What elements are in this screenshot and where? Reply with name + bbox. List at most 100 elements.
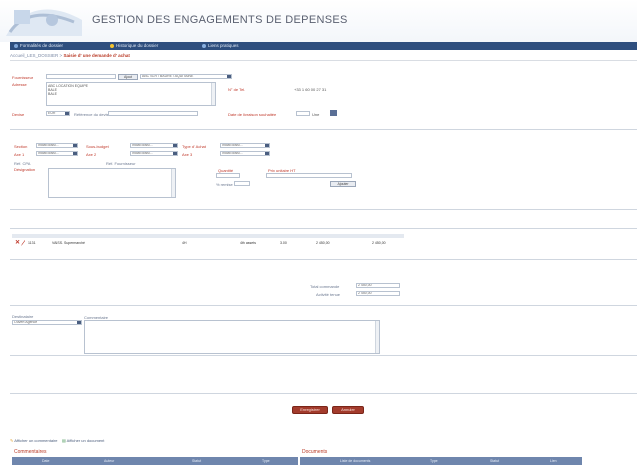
nav-item-liens[interactable]: Liens pratiques [202, 43, 239, 48]
ajouter-button[interactable]: Ajouter [330, 181, 356, 187]
chevron-down-icon [73, 144, 77, 147]
designation-label: Désignation [14, 167, 36, 172]
axe1-select[interactable]: Indiat dossi... [36, 151, 78, 156]
tel-label: N° de Tel. [228, 87, 246, 92]
adresse-label: Adresse [12, 82, 27, 87]
cancel-button[interactable]: Annuler [332, 406, 364, 414]
scrollbar[interactable] [375, 321, 379, 353]
axe1-label: Axe 1 [14, 152, 25, 157]
total-ht-label: Total commande [310, 284, 340, 289]
chevron-down-icon [265, 144, 269, 147]
tel-value: +33 1 60 00 27 31 [294, 87, 327, 92]
footer-links: ✎ Afficher un commentaire ▤ Afficher un … [10, 438, 637, 446]
select-value: Indiat dossi... [222, 143, 243, 147]
supplier-section: Fournisseur Ajout ABC SLR / BAURE / AQUI… [10, 70, 637, 130]
quantite-input[interactable] [216, 173, 240, 178]
sous-budget-select[interactable]: Indiat dossi... [130, 143, 178, 148]
remise-input[interactable] [234, 181, 250, 186]
fournisseur-code-select[interactable]: ABC SLR / BAURE / AQUITAINE [140, 74, 232, 79]
spacer-section [10, 360, 637, 394]
column-header[interactable]: Date [42, 459, 49, 463]
app-title: GESTION DES ENGAGEMENTS DE DEPENSES [92, 14, 348, 26]
nav-item-historique[interactable]: Historique du dossier [110, 43, 158, 48]
save-button[interactable]: Enregistrer [292, 406, 328, 414]
axe2-label: Axe 2 [86, 152, 97, 157]
prix-unitaire-input[interactable] [266, 173, 352, 178]
column-header[interactable]: Lien [550, 459, 557, 463]
breadcrumb-parent[interactable]: Accueil_LES_DOSSIER [10, 53, 58, 58]
column-header[interactable]: Statut [490, 459, 499, 463]
designation-field[interactable] [48, 168, 176, 198]
chevron-down-icon [77, 321, 81, 324]
app-header: GESTION DES ENGAGEMENTS DE DEPENSES [0, 0, 637, 42]
imputation-section: Section Indiat dossi... Sous-budget Indi… [10, 138, 637, 210]
axe3-select[interactable]: Indiat dossi... [220, 151, 270, 156]
select-value: Ouvert Agence [14, 320, 38, 324]
show-document-link[interactable]: Afficher un document [67, 438, 105, 443]
date-label: Date de livraison souhaitée [228, 112, 277, 117]
nav-item-label: Liens pratiques [208, 43, 239, 48]
date-unit: Une [312, 112, 320, 117]
chevron-down-icon [265, 152, 269, 155]
column-header[interactable]: Type [262, 459, 270, 463]
select-value: Indiat dossi... [132, 151, 153, 155]
folder-icon [14, 43, 18, 48]
select-value: Indiat dossi... [38, 143, 59, 147]
remise-label: % remise [216, 182, 233, 187]
select-value: EUR [48, 111, 56, 115]
scrollbar[interactable] [171, 169, 175, 197]
fournisseur-input[interactable] [46, 74, 116, 79]
chevron-down-icon [173, 152, 177, 155]
date-input[interactable] [296, 111, 310, 116]
nav-item-formalites[interactable]: Formalités de dossier [14, 43, 63, 48]
fournisseur-search-button[interactable]: Ajout [118, 74, 138, 80]
chevron-down-icon [73, 152, 77, 155]
commentaire-field[interactable] [84, 320, 380, 354]
section-label: Section [14, 144, 28, 149]
breadcrumb: Accueil_LES_DOSSIER > Saisie d' une dema… [10, 53, 637, 61]
link-icon [202, 43, 206, 48]
calendar-icon[interactable] [330, 110, 337, 116]
scrollbar[interactable] [211, 83, 215, 105]
column-header[interactable]: Liste de documents [340, 459, 370, 463]
select-value: Indiat dossi... [132, 143, 153, 147]
column-header[interactable]: Statut [192, 459, 201, 463]
comments-panel-title: Commentaires [14, 449, 47, 455]
type-achat-select[interactable]: Indiat dossi... [220, 143, 270, 148]
comments-table-header: Date Auteur Statut Type [12, 457, 298, 465]
nav-item-label: Historique du dossier [116, 43, 159, 48]
fournisseur-label: Fournisseur [12, 75, 34, 80]
destinataire-select[interactable]: Ouvert Agence [12, 320, 82, 325]
section-select[interactable]: Indiat dossi... [36, 143, 78, 148]
show-comment-link[interactable]: Afficher un commentaire [14, 438, 57, 443]
chevron-down-icon [65, 112, 69, 115]
documents-panel-title: Documents [302, 449, 328, 455]
breadcrumb-separator: > [59, 53, 63, 58]
table-section [10, 228, 637, 260]
ref-fournisseur-label: Réf. Fournisseur [106, 161, 136, 166]
main-nav: Formalités de dossier Historique du doss… [10, 42, 637, 50]
nav-item-label: Formalités de dossier [20, 43, 64, 48]
destinataire-label: Destinataire [12, 314, 34, 319]
chevron-down-icon [227, 75, 231, 78]
breadcrumb-current: Saisie d' une demande d' achat [63, 53, 130, 58]
select-value: ABC SLR / BAURE / AQUITAINE [142, 74, 194, 78]
axe3-label: Axe 3 [182, 152, 193, 157]
ref-cpa-label: Réf. CPA [14, 161, 31, 166]
chevron-down-icon [173, 144, 177, 147]
column-header[interactable]: Type [430, 459, 438, 463]
comment-icon: ✎ [10, 438, 14, 443]
column-header[interactable]: Auteur [104, 459, 114, 463]
document-icon: ▤ [61, 438, 66, 443]
total-ttc-value: 2 450,00 [356, 291, 400, 296]
total-ht-value: 2 450,00 [356, 283, 400, 288]
adresse-field[interactable]: ABC LOCATION EQUIPE BALE BALE [46, 82, 216, 106]
devise-select[interactable]: EUR [46, 111, 70, 116]
documents-table-header: Liste de documents Type Statut Lien [300, 457, 582, 465]
logo-icon [6, 9, 82, 36]
ref-devis-input[interactable] [108, 111, 198, 116]
total-ttc-label: Activité tenue [316, 292, 341, 297]
select-value: Indiat dossi... [38, 151, 59, 155]
devise-label: Devise [12, 112, 25, 117]
axe2-select[interactable]: Indiat dossi... [130, 151, 178, 156]
